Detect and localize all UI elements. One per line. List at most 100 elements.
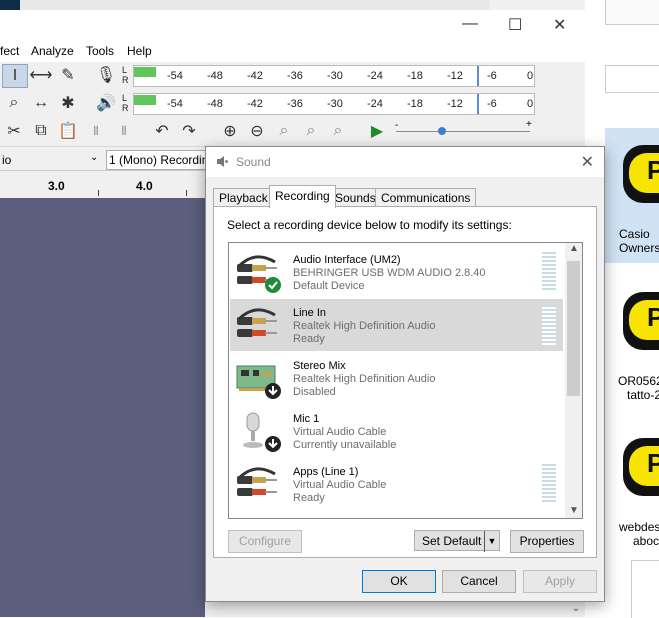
copy-icon[interactable]: ⧉ — [29, 120, 53, 142]
play-at-speed-icon[interactable]: ▶ — [365, 120, 389, 142]
silence-icon[interactable]: ⫴ — [112, 120, 136, 142]
properties-button[interactable]: Properties — [510, 530, 584, 553]
recording-device-list[interactable]: Audio Interface (UM2) BEHRINGER USB WDM … — [228, 242, 583, 519]
device-row-audio-interface[interactable]: Audio Interface (UM2) BEHRINGER USB WDM … — [230, 246, 563, 298]
meter-tick: -42 — [247, 98, 263, 110]
peak-marker — [477, 66, 479, 86]
desktop-item-label[interactable]: tatto-2 — [605, 388, 659, 402]
background-fragment — [0, 0, 20, 10]
redo-icon[interactable]: ↷ — [177, 120, 201, 142]
meter-tick: -6 — [487, 98, 497, 110]
zoom-out-icon[interactable]: ⊖ — [245, 120, 269, 142]
device-name: Stereo Mix — [293, 360, 346, 372]
pdf-file-icon[interactable]: P — [623, 438, 659, 496]
desktop-item-label[interactable]: aboc — [605, 534, 659, 548]
chevron-down-icon[interactable]: ▼ — [569, 505, 579, 516]
timeline-ruler[interactable]: 3.0 4.0 — [0, 172, 205, 199]
cancel-button[interactable]: Cancel — [442, 570, 516, 593]
undo-icon[interactable]: ↶ — [150, 120, 174, 142]
device-driver: Realtek High Definition Audio — [293, 373, 436, 385]
envelope-tool-icon[interactable]: ⟷ — [29, 64, 53, 86]
rca-plugs-icon — [237, 308, 277, 337]
zoom-in-icon[interactable]: ⊕ — [218, 120, 242, 142]
dialog-titlebar[interactable]: Sound ✕ — [206, 147, 604, 177]
timeshift-tool-icon[interactable]: ↔ — [29, 92, 53, 114]
ok-button[interactable]: OK — [362, 570, 436, 593]
apply-button[interactable]: Apply — [523, 570, 597, 593]
meter-tick: -18 — [407, 98, 423, 110]
desktop-item-label[interactable]: Owners — [605, 241, 659, 255]
selection-tool-icon[interactable]: I — [2, 64, 28, 88]
chevron-up-icon[interactable]: ▲ — [569, 243, 579, 254]
scrollbar-thumb[interactable] — [567, 261, 580, 396]
meter-tick: 0 — [527, 98, 534, 110]
device-row-apps-line-1[interactable]: Apps (Line 1) Virtual Audio Cable Ready — [230, 458, 563, 510]
meter-tick: -54 — [167, 98, 183, 110]
play-speed-slider[interactable] — [396, 131, 530, 132]
desktop-item-label[interactable]: Casio — [605, 227, 659, 241]
minimize-icon[interactable]: — — [462, 15, 478, 33]
meter-tick: -36 — [287, 98, 303, 110]
scroll-down-icon[interactable]: ⌄ — [567, 600, 585, 617]
device-row-mic-1[interactable]: Mic 1 Virtual Audio Cable Currently unav… — [230, 405, 563, 457]
device-list-scrollbar[interactable]: ▲ ▼ — [565, 243, 582, 518]
tab-communications[interactable]: Communications — [375, 188, 477, 207]
host-dropdown-value[interactable]: io — [2, 153, 11, 167]
menu-tools[interactable]: Tools — [86, 44, 114, 58]
menu-analyze[interactable]: Analyze — [31, 44, 74, 58]
peak-marker — [477, 94, 479, 114]
configure-button[interactable]: Configure — [228, 530, 302, 553]
device-driver: Realtek High Definition Audio — [293, 320, 436, 332]
paste-icon[interactable]: 📋 — [56, 120, 80, 142]
background-window-edge — [605, 65, 659, 93]
fit-selection-icon[interactable]: ⌕ — [272, 120, 296, 142]
recording-level-bar — [134, 67, 156, 77]
slider-plus: + — [526, 119, 532, 130]
menu-help[interactable]: Help — [127, 44, 152, 58]
device-status: Currently unavailable — [293, 439, 397, 451]
dialog-title: Sound — [236, 155, 271, 169]
sound-card-icon — [236, 365, 281, 399]
fit-project-icon[interactable]: ⌕ — [299, 120, 323, 142]
tab-sounds[interactable]: Sounds — [329, 188, 382, 207]
meter-tick: -24 — [367, 98, 383, 110]
device-driver: Virtual Audio Cable — [293, 426, 387, 438]
device-status: Ready — [293, 333, 325, 345]
microphone-icon — [243, 412, 281, 452]
level-meter — [542, 464, 556, 504]
close-icon[interactable]: ✕ — [553, 15, 566, 35]
background-window-edge — [605, 0, 659, 25]
zoom-toggle-icon[interactable]: ⌕ — [326, 120, 350, 142]
device-row-line-in[interactable]: Line In Realtek High Definition Audio Re… — [230, 299, 563, 351]
pdf-file-icon[interactable]: P — [623, 145, 659, 203]
pdf-file-icon[interactable]: P — [623, 292, 659, 350]
meter-tick: -30 — [327, 70, 343, 82]
cut-icon[interactable]: ✂ — [2, 120, 26, 142]
recording-meter[interactable]: -54 -48 -42 -36 -30 -24 -18 -12 -6 0 — [133, 65, 535, 87]
file-thumbnail[interactable] — [631, 560, 659, 618]
menu-bar: fect Analyze Tools Help — [0, 40, 585, 62]
draw-tool-icon[interactable]: ✎ — [56, 64, 80, 86]
tab-recording[interactable]: Recording — [269, 185, 336, 208]
trim-icon[interactable]: ⫴ — [84, 120, 108, 142]
multi-tool-icon[interactable]: ✱ — [56, 92, 80, 114]
set-default-label: Set Default — [422, 534, 482, 548]
tab-playback[interactable]: Playback — [213, 188, 274, 207]
maximize-icon[interactable]: ☐ — [508, 15, 522, 35]
desktop-item-label[interactable]: OR0562( — [605, 374, 659, 388]
track-area[interactable] — [0, 198, 205, 617]
speaker-icon[interactable]: 🔊 — [94, 92, 118, 114]
close-icon[interactable]: ✕ — [581, 152, 594, 172]
menu-effect[interactable]: fect — [0, 44, 19, 58]
chevron-down-icon[interactable]: ▼ — [484, 531, 499, 552]
audacity-titlebar[interactable]: — ☐ ✕ — [0, 10, 585, 40]
chevron-down-icon[interactable]: ⌄ — [90, 152, 98, 163]
device-row-stereo-mix[interactable]: Stereo Mix Realtek High Definition Audio… — [230, 352, 563, 404]
zoom-tool-icon[interactable]: ⌕ — [2, 92, 26, 114]
set-default-button[interactable]: Set Default ▼ — [414, 530, 500, 552]
desktop-item-label[interactable]: webdes — [605, 520, 659, 534]
play-speed-thumb[interactable] — [438, 127, 446, 135]
ruler-label: 3.0 — [48, 179, 65, 193]
microphone-icon[interactable]: 🎙 — [94, 64, 118, 86]
playback-meter[interactable]: -54 -48 -42 -36 -30 -24 -18 -12 -6 0 — [133, 93, 535, 115]
